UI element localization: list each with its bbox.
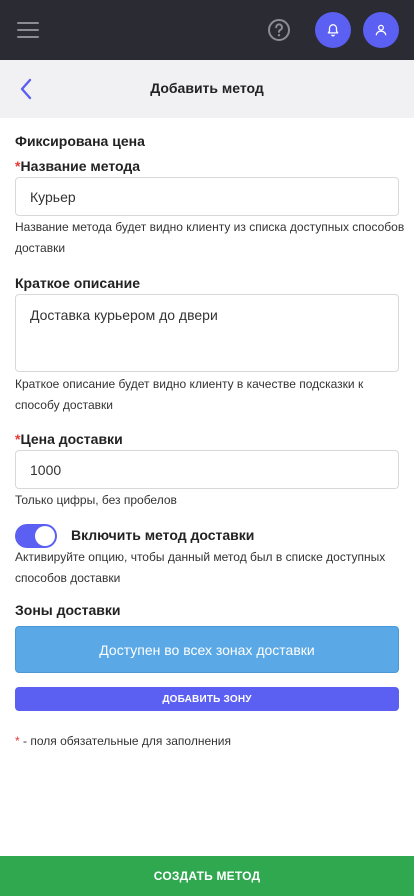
create-method-button[interactable]: СОЗДАТЬ МЕТОД [0,856,414,896]
bell-icon [327,24,339,37]
enable-method-toggle[interactable] [15,524,57,548]
all-zones-notice: Доступен во всех зонах доставки [15,626,399,673]
question-circle-icon[interactable] [267,18,291,42]
delivery-zones-title: Зоны доставки [15,602,121,618]
page-header: Добавить метод [0,60,414,118]
method-name-input[interactable] [15,177,399,216]
method-name-label: *Название метода [15,158,140,174]
hamburger-menu-icon[interactable] [17,20,41,40]
price-label-text: Цена доставки [20,431,123,447]
price-label: *Цена доставки [15,431,123,447]
enable-method-hint: Активируйте опцию, чтобы данный метод бы… [15,550,386,585]
user-icon [375,24,387,36]
method-name-hint: Название метода будет видно клиенту из с… [15,220,405,255]
toggle-knob [35,526,55,546]
price-input[interactable] [15,450,399,489]
enable-method-label: Включить метод доставки [71,527,255,543]
price-hint: Только цифры, без пробелов [15,493,177,507]
user-profile-button[interactable] [363,12,399,48]
section-title: Фиксирована цена [15,133,145,149]
add-zone-button[interactable]: ДОБАВИТЬ ЗОНУ [15,687,399,711]
short-description-label: Краткое описание [15,275,140,291]
page-title: Добавить метод [150,80,264,96]
short-description-hint: Краткое описание будет видно клиенту в к… [15,377,364,412]
required-fields-note: * - поля обязательные для заполнения [15,734,231,748]
short-description-textarea[interactable]: Доставка курьером до двери [15,294,399,372]
method-name-label-text: Название метода [20,158,141,174]
required-note-text: - поля обязательные для заполнения [19,734,231,748]
notifications-button[interactable] [315,12,351,48]
top-navigation-bar [0,0,414,60]
